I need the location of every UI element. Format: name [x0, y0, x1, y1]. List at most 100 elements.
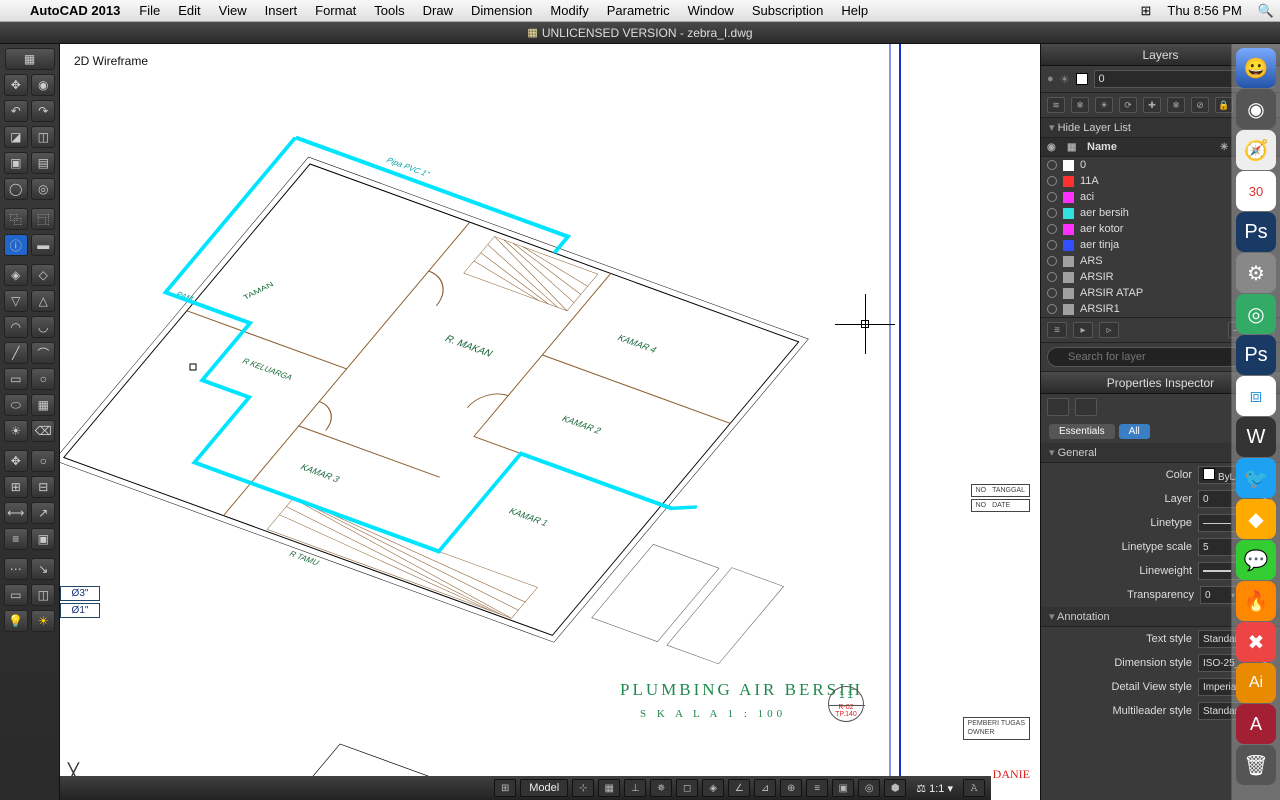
sb-grid2[interactable]: ▦ [598, 779, 620, 797]
tool-erase[interactable]: ⌫ [31, 420, 55, 442]
menu-modify[interactable]: Modify [541, 3, 597, 18]
layer-color-swatch[interactable] [1076, 73, 1088, 85]
dock-line[interactable]: 💬 [1236, 540, 1276, 580]
menu-draw[interactable]: Draw [414, 3, 462, 18]
menubar-clock[interactable]: Thu 8:56 PM [1157, 3, 1251, 18]
tool-light[interactable]: 💡 [4, 610, 28, 632]
layer-tool-1[interactable]: ≋ [1047, 97, 1065, 113]
tool-fillet[interactable]: ◠ [4, 316, 28, 338]
tool-rect[interactable]: ▭ [4, 368, 28, 390]
menu-parametric[interactable]: Parametric [598, 3, 679, 18]
bulb-icon[interactable]: ● [1047, 73, 1054, 85]
dock-cal[interactable]: 30 [1236, 171, 1276, 211]
tool-presspull[interactable]: ▤ [31, 152, 55, 174]
layer-tool-7[interactable]: ⊘ [1191, 97, 1209, 113]
menu-help[interactable]: Help [832, 3, 877, 18]
layer-tool-5[interactable]: ✚ [1143, 97, 1161, 113]
dock-ps[interactable]: Ps [1236, 212, 1276, 252]
tool-redo[interactable]: ↷ [31, 100, 55, 122]
tool-mirror[interactable]: ⿹ [31, 208, 55, 230]
tool-more1[interactable]: ⋯ [4, 558, 28, 580]
tool-view1[interactable]: ▭ [4, 584, 28, 606]
tool-view2[interactable]: ◫ [31, 584, 55, 606]
prop-tab-2[interactable] [1075, 398, 1097, 416]
menu-window[interactable]: Window [679, 3, 743, 18]
layer-tool-3[interactable]: ☀ [1095, 97, 1113, 113]
spotlight-icon[interactable]: 🔍 [1252, 3, 1280, 19]
dock-twitter[interactable]: 🐦 [1236, 458, 1276, 498]
dock-app5[interactable]: ✖ [1236, 622, 1276, 662]
dock-ps2[interactable]: Ps [1236, 335, 1276, 375]
menu-view[interactable]: View [210, 3, 256, 18]
tool-move[interactable]: ✥ [4, 74, 28, 96]
sb-osnap[interactable]: ◻ [676, 779, 698, 797]
sb-scale[interactable]: ⚖ 1:1 ▾ [910, 782, 959, 795]
tool-box[interactable]: ◪ [4, 126, 28, 148]
tool-leader[interactable]: ↗ [31, 502, 55, 524]
sb-grid[interactable]: ⊞ [494, 779, 516, 797]
sun-icon[interactable]: ☀ [1060, 73, 1070, 86]
dock-finder[interactable]: 😀 [1236, 48, 1276, 88]
dock-dropbox[interactable]: ⧈ [1236, 376, 1276, 416]
sb-ann[interactable]: 𝙰 [963, 779, 985, 797]
dock-trash[interactable]: 🗑 [1236, 745, 1276, 785]
tool-taper[interactable]: ▽ [4, 290, 28, 312]
layer-del[interactable]: ▹ [1099, 322, 1119, 338]
prop-tab-1[interactable] [1047, 398, 1069, 416]
dock-ai[interactable]: Ai [1236, 663, 1276, 703]
sb-tr[interactable]: ▣ [832, 779, 854, 797]
tool-sun[interactable]: ☀ [31, 610, 55, 632]
sb-3dosnap[interactable]: ◈ [702, 779, 724, 797]
tool-edge[interactable]: ◇ [31, 264, 55, 286]
sb-model[interactable]: Model [520, 779, 568, 797]
tool-line[interactable]: ╱ [4, 342, 28, 364]
tool-cube[interactable]: ▦ [5, 48, 55, 70]
tab-all[interactable]: All [1119, 424, 1150, 439]
dock-sys[interactable]: ⚙ [1236, 253, 1276, 293]
tool-hatch[interactable]: ▦ [31, 394, 55, 416]
sb-otrack[interactable]: ∠ [728, 779, 750, 797]
tool-union[interactable]: ◯ [4, 178, 28, 200]
tool-dim[interactable]: ⟷ [4, 502, 28, 524]
tool-face[interactable]: ◈ [4, 264, 28, 286]
menu-dimension[interactable]: Dimension [462, 3, 541, 18]
tool-copy[interactable]: ⿻ [4, 208, 28, 230]
layer-tool-6[interactable]: ❄ [1167, 97, 1185, 113]
menu-insert[interactable]: Insert [256, 3, 307, 18]
menu-file[interactable]: File [130, 3, 169, 18]
app-name[interactable]: AutoCAD 2013 [20, 3, 130, 18]
tool-chamfer[interactable]: ◡ [31, 316, 55, 338]
dock-app2[interactable]: ◎ [1236, 294, 1276, 334]
tool-info[interactable]: ⓘ [4, 234, 28, 256]
tool-layer[interactable]: ≡ [4, 528, 28, 550]
tool-more2[interactable]: ↘ [31, 558, 55, 580]
tool-subtract[interactable]: ◎ [31, 178, 55, 200]
tool-block[interactable]: ▣ [31, 528, 55, 550]
layer-tool-4[interactable]: ⟳ [1119, 97, 1137, 113]
tool-ellipse[interactable]: ⬭ [4, 394, 28, 416]
tool-render[interactable]: ☀ [4, 420, 28, 442]
dock-acad[interactable]: A [1236, 704, 1276, 744]
tool-pan[interactable]: ✥ [4, 450, 28, 472]
sb-qs[interactable]: ◎ [858, 779, 880, 797]
sb-ducs[interactable]: ⊿ [754, 779, 776, 797]
sb-lw[interactable]: ≡ [806, 779, 828, 797]
tool-arc[interactable]: ⌒ [31, 342, 55, 364]
dock-app4[interactable]: ◆ [1236, 499, 1276, 539]
tab-essentials[interactable]: Essentials [1049, 424, 1115, 439]
tool-section[interactable]: ▬ [31, 234, 55, 256]
tool-circle[interactable]: ○ [31, 368, 55, 390]
menu-tools[interactable]: Tools [365, 3, 413, 18]
menubar-icon[interactable]: ⊞ [1134, 3, 1157, 19]
tool-extrude[interactable]: ▣ [4, 152, 28, 174]
dock-fire[interactable]: 🔥 [1236, 581, 1276, 621]
tool-undo[interactable]: ↶ [4, 100, 28, 122]
drawing-canvas[interactable]: 2D Wireframe [60, 44, 1040, 800]
sb-ortho[interactable]: ⊥ [624, 779, 646, 797]
tool-shell[interactable]: △ [31, 290, 55, 312]
tool-zoom[interactable]: ○ [31, 450, 55, 472]
sb-dyn[interactable]: ⊕ [780, 779, 802, 797]
layer-new[interactable]: ▸ [1073, 322, 1093, 338]
sb-polar[interactable]: ✵ [650, 779, 672, 797]
tool-orbit[interactable]: ◉ [31, 74, 55, 96]
